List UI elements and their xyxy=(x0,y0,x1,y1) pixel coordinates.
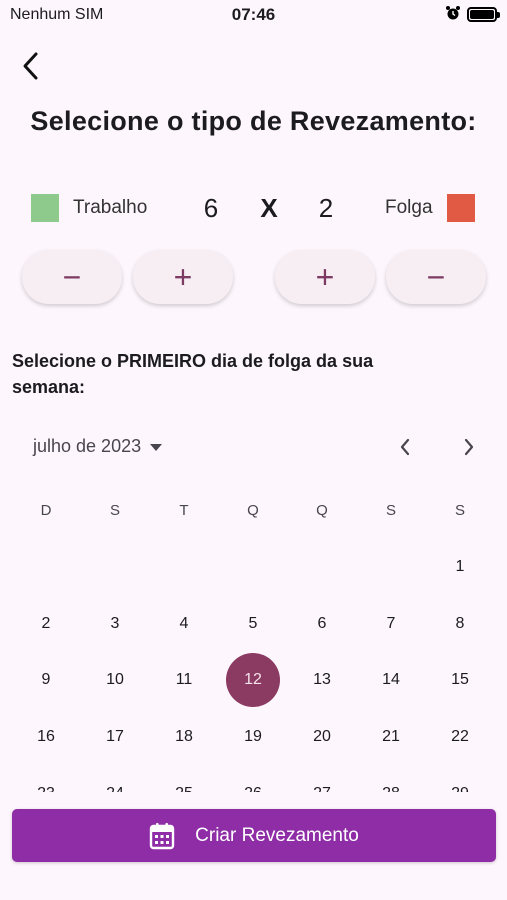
calendar-day[interactable]: 21 xyxy=(363,709,419,765)
work-color-swatch xyxy=(31,194,59,222)
weekday-header: S xyxy=(454,501,465,519)
weekday-header: Q xyxy=(316,501,328,519)
calendar-day-selected[interactable]: 12 xyxy=(226,653,280,708)
instructions-text: Selecione o PRIMEIRO dia de folga da sua… xyxy=(12,351,374,397)
off-color-swatch xyxy=(446,194,475,222)
status-bar: Nenhum SIM 07:46 xyxy=(0,0,507,30)
calendar-day[interactable]: 7 xyxy=(363,596,419,652)
back-button[interactable] xyxy=(14,48,48,84)
chevron-left-icon xyxy=(400,438,410,456)
calendar-day[interactable]: 17 xyxy=(87,709,143,765)
battery-icon xyxy=(467,7,500,22)
weekday-header: S xyxy=(109,501,120,519)
work-days-count: 6 xyxy=(203,193,219,223)
calendar-day[interactable]: 25 xyxy=(156,766,212,792)
calendar-day[interactable]: 3 xyxy=(87,596,143,652)
calendar-day[interactable]: 14 xyxy=(363,652,419,708)
next-month-button[interactable] xyxy=(454,432,484,462)
calendar-day[interactable]: 4 xyxy=(156,596,212,652)
calendar-day[interactable]: 24 xyxy=(87,766,143,792)
month-selector[interactable]: julho de 2023 xyxy=(33,436,163,457)
calendar-day[interactable]: 15 xyxy=(432,652,488,708)
alarm-icon xyxy=(446,6,460,20)
calendar-day[interactable]: 6 xyxy=(294,596,350,652)
calendar-day[interactable]: 10 xyxy=(87,652,143,708)
calendar-day[interactable]: 29 xyxy=(432,766,488,792)
calendar-day[interactable]: 13 xyxy=(294,652,350,708)
calendar-day[interactable]: 9 xyxy=(18,652,74,708)
month-label: julho de 2023 xyxy=(33,436,142,456)
previous-month-button[interactable] xyxy=(390,432,420,462)
calendar-day[interactable]: 20 xyxy=(294,709,350,765)
off-decrement-button[interactable]: − xyxy=(386,250,486,304)
calendar-day[interactable]: 2 xyxy=(18,596,74,652)
calendar-day[interactable]: 18 xyxy=(156,709,212,765)
off-increment-button[interactable]: + xyxy=(275,250,375,304)
work-increment-button[interactable]: + xyxy=(133,250,233,304)
weekday-header: S xyxy=(385,501,396,519)
calendar-day[interactable]: 16 xyxy=(18,709,74,765)
chevron-right-icon xyxy=(464,438,474,456)
calendar-day[interactable]: 28 xyxy=(363,766,419,792)
off-legend: Folga xyxy=(385,190,475,226)
calendar-day[interactable]: 19 xyxy=(225,709,281,765)
calendar-day[interactable]: 23 xyxy=(18,766,74,792)
create-rotation-label: Criar Revezamento xyxy=(195,824,359,846)
create-rotation-button[interactable]: Criar Revezamento xyxy=(12,809,496,862)
calendar-day[interactable]: 22 xyxy=(432,709,488,765)
calendar-icon xyxy=(149,822,175,849)
chevron-left-icon xyxy=(23,52,38,80)
status-time: 07:46 xyxy=(231,5,276,24)
work-label: Trabalho xyxy=(73,197,148,218)
ratio-separator: X xyxy=(260,193,278,223)
calendar-day[interactable]: 8 xyxy=(432,596,488,652)
calendar-day[interactable]: 1 xyxy=(432,539,488,595)
dropdown-arrow-icon xyxy=(150,443,163,451)
off-label: Folga xyxy=(385,197,433,218)
page-title: Selecione o tipo de Revezamento: xyxy=(30,106,477,136)
weekday-header: D xyxy=(40,501,52,519)
weekday-header: Q xyxy=(247,501,259,519)
off-days-count: 2 xyxy=(318,193,334,223)
weekday-header: T xyxy=(179,501,189,519)
calendar-grid: D S T Q Q S S 1 2 3 4 5 6 7 8 9 10 11 12 13 14 15 16 17 18 19 20 21… xyxy=(0,490,507,793)
calendar-day[interactable]: 5 xyxy=(225,596,281,652)
calendar-day[interactable]: 11 xyxy=(156,652,212,708)
calendar-day[interactable]: 27 xyxy=(294,766,350,792)
calendar-day[interactable]: 26 xyxy=(225,766,281,792)
work-legend: Trabalho xyxy=(31,190,147,226)
work-decrement-button[interactable]: − xyxy=(22,250,122,304)
